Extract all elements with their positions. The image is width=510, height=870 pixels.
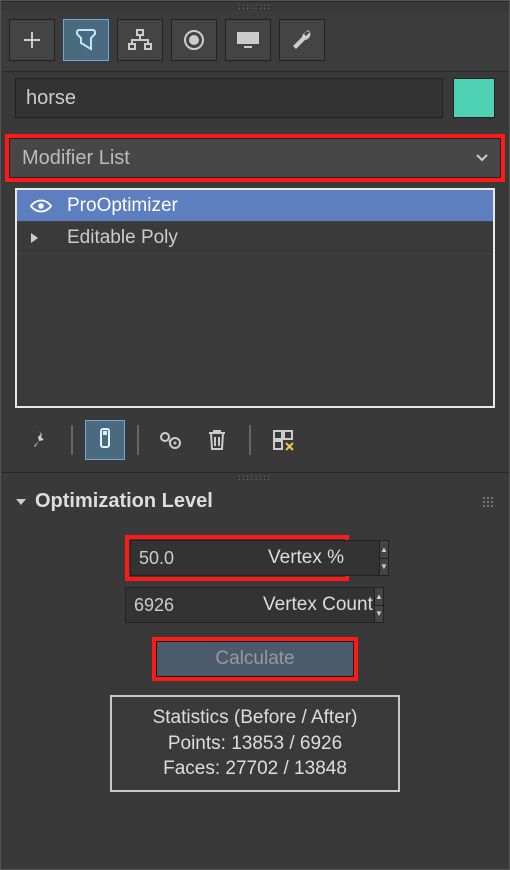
separator: [137, 425, 139, 455]
stats-faces: Faces: 27702 / 13848: [122, 756, 388, 782]
create-tab[interactable]: [9, 19, 55, 61]
spinner-down-icon[interactable]: ▼: [380, 559, 388, 576]
spinner-arrows[interactable]: ▲ ▼: [380, 540, 389, 576]
stack-item-label: ProOptimizer: [67, 195, 485, 217]
modifier-stack[interactable]: ProOptimizer Editable Poly: [15, 188, 495, 408]
vertex-percent-row: ▲ ▼ Vertex %: [15, 535, 495, 581]
stack-item-editablepoly[interactable]: Editable Poly: [17, 222, 493, 254]
stack-item-prooptimizer[interactable]: ProOptimizer: [17, 190, 493, 222]
eye-icon[interactable]: [25, 198, 57, 214]
calculate-highlight: Calculate: [152, 637, 358, 681]
vertex-count-spinner[interactable]: ▲ ▼: [125, 587, 255, 623]
object-name-row: [1, 72, 509, 128]
stack-item-label: Editable Poly: [67, 227, 485, 249]
spinner-up-icon[interactable]: ▲: [380, 541, 388, 559]
expand-arrow-icon[interactable]: [25, 232, 57, 244]
vertex-percent-spinner[interactable]: ▲ ▼: [130, 540, 260, 576]
modifier-list-label: Modifier List: [22, 147, 130, 170]
optimization-level-rollout: ▲ ▼ Vertex % ▲ ▼ Vertex Count Calculate …: [1, 519, 509, 802]
separator: [249, 425, 251, 455]
vertex-count-label: Vertex Count: [263, 594, 373, 616]
drag-grip-icon[interactable]: [483, 497, 495, 507]
pin-stack-button[interactable]: [19, 420, 59, 460]
spinner-up-icon[interactable]: ▲: [375, 588, 383, 606]
object-color-swatch[interactable]: [453, 78, 495, 118]
vertex-percent-highlight: ▲ ▼ Vertex %: [125, 535, 349, 581]
modifier-list-highlight: Modifier List: [5, 134, 505, 182]
modify-tab[interactable]: [63, 19, 109, 61]
separator: [71, 425, 73, 455]
statistics-box: Statistics (Before / After) Points: 1385…: [110, 695, 400, 792]
make-unique-button[interactable]: [151, 420, 191, 460]
hierarchy-tab[interactable]: [117, 19, 163, 61]
configure-sets-button[interactable]: [263, 420, 303, 460]
rollout-grip[interactable]: ::::::::: [1, 472, 509, 482]
remove-modifier-button[interactable]: [197, 420, 237, 460]
spinner-arrows[interactable]: ▲ ▼: [375, 587, 384, 623]
panel-grip: ::::::::: [1, 1, 509, 11]
stack-toolbar: [1, 408, 509, 472]
stats-points: Points: 13853 / 6926: [122, 731, 388, 757]
chevron-down-icon: [476, 154, 488, 162]
rollout-header[interactable]: Optimization Level: [1, 482, 509, 519]
rollout-title: Optimization Level: [35, 490, 213, 513]
stats-heading: Statistics (Before / After): [122, 705, 388, 731]
object-name-input[interactable]: [15, 78, 443, 118]
modifier-list-dropdown[interactable]: Modifier List: [9, 138, 501, 178]
command-tabs: [1, 11, 509, 72]
spinner-down-icon[interactable]: ▼: [375, 606, 383, 623]
calculate-label: Calculate: [215, 648, 294, 670]
display-tab[interactable]: [225, 19, 271, 61]
vertex-count-row: ▲ ▼ Vertex Count: [15, 587, 495, 623]
vertex-percent-label: Vertex %: [268, 547, 344, 569]
utilities-tab[interactable]: [279, 19, 325, 61]
calculate-row: Calculate: [15, 637, 495, 681]
chevron-down-icon: [15, 497, 27, 507]
show-end-result-button[interactable]: [85, 420, 125, 460]
motion-tab[interactable]: [171, 19, 217, 61]
calculate-button[interactable]: Calculate: [156, 641, 354, 677]
